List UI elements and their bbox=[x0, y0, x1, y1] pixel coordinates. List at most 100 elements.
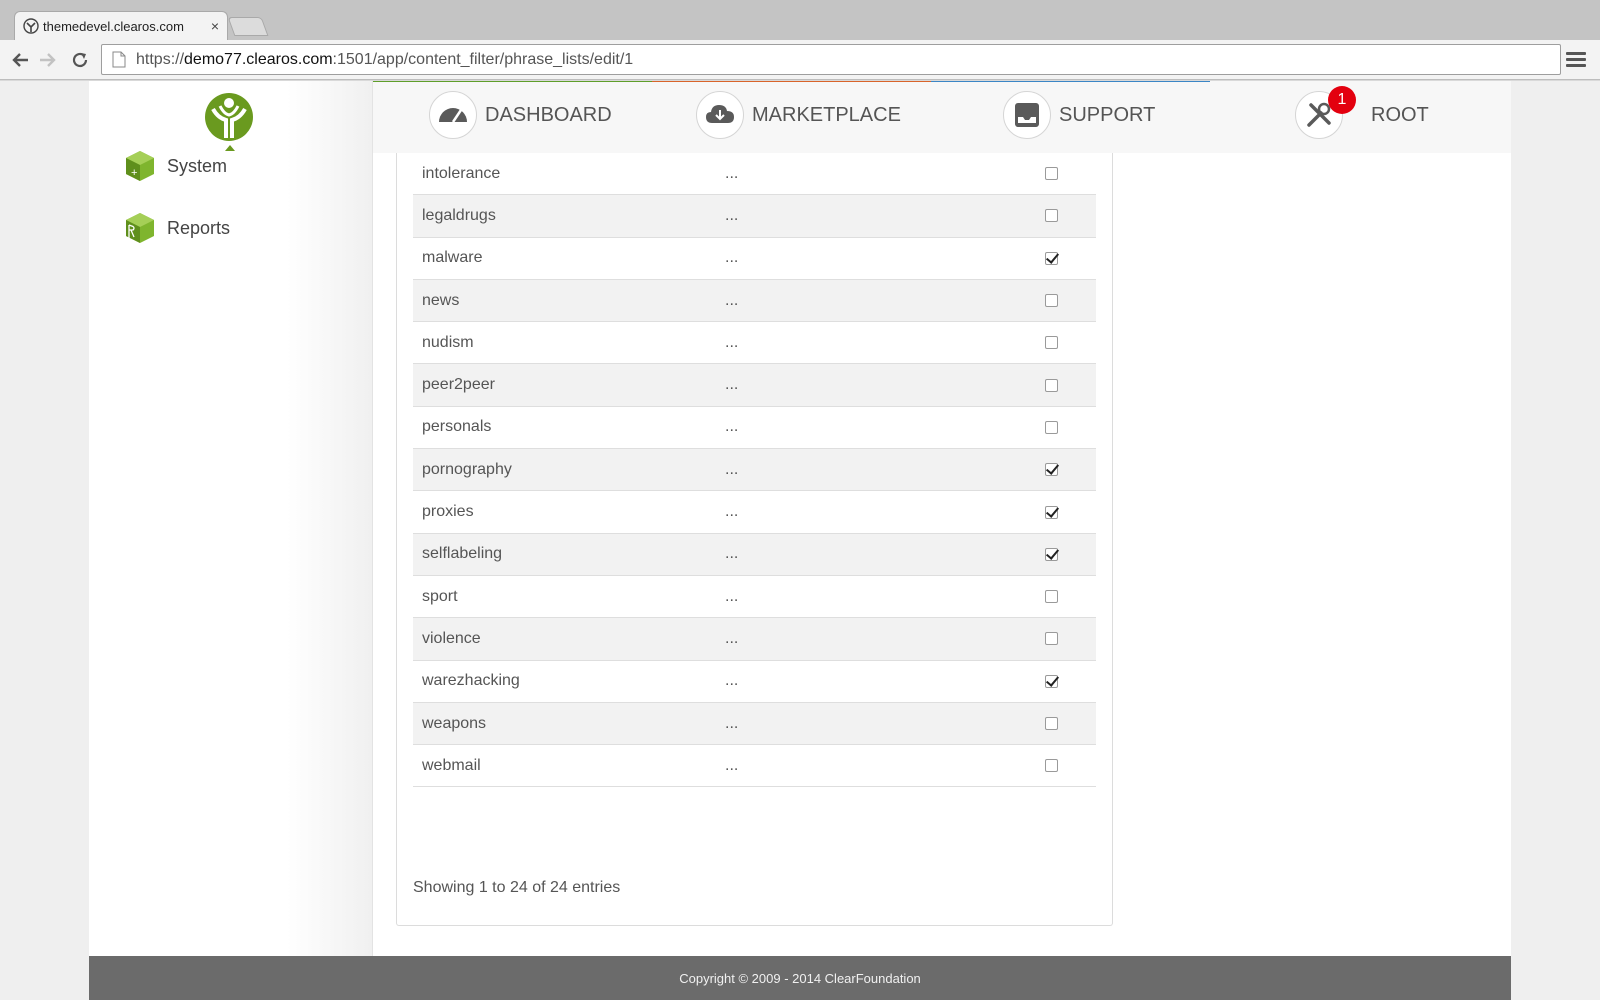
phrase-name-cell: webmail bbox=[422, 756, 481, 774]
phrase-enable-cell bbox=[1045, 547, 1096, 561]
table-row: intolerance... bbox=[413, 153, 1096, 196]
table-row: nudism... bbox=[413, 322, 1096, 365]
nav-marketplace[interactable]: MARKETPLACE bbox=[696, 91, 901, 139]
phrase-enable-cell bbox=[1045, 167, 1096, 181]
tab-close-icon[interactable]: × bbox=[211, 18, 219, 34]
phrase-enable-cell bbox=[1045, 717, 1096, 730]
clearos-app: + System Reports DASHBOARD MARKETPLACE S… bbox=[89, 81, 1511, 1000]
phrase-enable-checkbox[interactable] bbox=[1045, 378, 1058, 392]
phrase-enable-cell bbox=[1045, 336, 1096, 350]
sidebar-item-label: Reports bbox=[167, 217, 231, 238]
clearos-logo-icon[interactable] bbox=[204, 92, 254, 144]
phrase-name-cell: sport bbox=[422, 587, 458, 605]
phrase-name-cell: peer2peer bbox=[422, 376, 495, 394]
phrase-enable-checkbox[interactable] bbox=[1045, 251, 1058, 265]
sidebar-item-system[interactable]: + System bbox=[123, 149, 227, 183]
phrase-description-cell: ... bbox=[725, 164, 739, 182]
phrase-enable-checkbox[interactable] bbox=[1045, 463, 1058, 477]
table-row: legaldrugs... bbox=[413, 195, 1096, 238]
url-host: demo77.clearos.com bbox=[184, 50, 333, 68]
accent-bar-blue bbox=[931, 81, 1210, 82]
phrase-enable-cell bbox=[1045, 378, 1096, 392]
nav-label: SUPPORT bbox=[1059, 103, 1156, 126]
phrase-name-cell: news bbox=[422, 291, 460, 309]
reports-cube-icon bbox=[126, 213, 154, 243]
phrase-name-cell: malware bbox=[422, 249, 483, 267]
phrase-enable-checkbox[interactable] bbox=[1045, 505, 1058, 519]
sidebar-item-reports[interactable]: Reports bbox=[123, 211, 230, 245]
accent-bar-green bbox=[373, 81, 652, 82]
table-row: violence... bbox=[413, 618, 1096, 661]
phrase-description-cell: ... bbox=[725, 587, 739, 605]
table-row: personals... bbox=[413, 407, 1096, 450]
phrase-name-cell: warezhacking bbox=[422, 672, 520, 690]
phrase-description-cell: ... bbox=[725, 333, 739, 351]
phrase-enable-cell bbox=[1045, 251, 1096, 265]
page-icon bbox=[112, 51, 126, 68]
phrase-description-cell: ... bbox=[725, 714, 739, 732]
table-row: warezhacking... bbox=[413, 661, 1096, 703]
phrase-enable-cell bbox=[1045, 759, 1096, 773]
svg-text:+: + bbox=[131, 167, 137, 179]
phrase-enable-checkbox[interactable] bbox=[1045, 590, 1058, 604]
nav-label: MARKETPLACE bbox=[752, 103, 901, 126]
nav-root[interactable]: 1 ROOT bbox=[1295, 86, 1429, 139]
page-footer: Copyright © 2009 - 2014 ClearFoundation bbox=[89, 956, 1511, 1000]
new-tab-button[interactable] bbox=[227, 17, 269, 36]
phrase-enable-checkbox[interactable] bbox=[1045, 209, 1058, 223]
back-arrow-icon[interactable] bbox=[8, 48, 32, 72]
phrase-enable-checkbox[interactable] bbox=[1045, 420, 1058, 434]
phrase-enable-cell bbox=[1045, 505, 1096, 519]
phrase-enable-cell bbox=[1045, 294, 1096, 308]
browser-toolbar: https://demo77.clearos.com:1501/app/cont… bbox=[0, 40, 1600, 80]
phrase-name-cell: legaldrugs bbox=[422, 206, 496, 224]
phrase-description-cell: ... bbox=[725, 629, 739, 647]
phrase-description-cell: ... bbox=[725, 249, 739, 267]
phrase-name-cell: pornography bbox=[422, 460, 512, 478]
browser-tab[interactable]: themedevel.clearos.com × bbox=[14, 11, 228, 40]
table-row: sport... bbox=[413, 576, 1096, 619]
accent-bar-orange bbox=[652, 81, 931, 82]
address-bar[interactable]: https://demo77.clearos.com:1501/app/cont… bbox=[101, 44, 1561, 75]
phrase-enable-checkbox[interactable] bbox=[1045, 717, 1058, 730]
table-row: pornography... bbox=[413, 449, 1096, 492]
phrase-enable-checkbox[interactable] bbox=[1045, 632, 1058, 646]
phrase-enable-checkbox[interactable] bbox=[1045, 759, 1058, 773]
tools-icon: 1 bbox=[1295, 86, 1356, 139]
phrase-enable-checkbox[interactable] bbox=[1045, 294, 1058, 308]
reload-icon[interactable] bbox=[68, 48, 92, 72]
phrase-name-cell: violence bbox=[422, 629, 481, 647]
browser-menu-icon[interactable] bbox=[1566, 52, 1586, 68]
page-viewport: + System Reports DASHBOARD MARKETPLACE S… bbox=[0, 81, 1600, 1000]
sidebar: + System Reports bbox=[89, 81, 373, 956]
table-row: peer2peer... bbox=[413, 364, 1096, 407]
phrase-enable-cell bbox=[1045, 209, 1096, 223]
phrase-description-cell: ... bbox=[725, 460, 739, 478]
cloud-download-icon bbox=[696, 91, 744, 139]
phrase-name-cell: proxies bbox=[422, 503, 474, 521]
notification-badge[interactable]: 1 bbox=[1328, 86, 1356, 114]
url-path: :1501/app/content_filter/phrase_lists/ed… bbox=[332, 50, 634, 68]
phrase-description-cell: ... bbox=[725, 206, 739, 224]
phrase-enable-checkbox[interactable] bbox=[1045, 167, 1058, 181]
phrase-enable-checkbox[interactable] bbox=[1045, 547, 1058, 561]
nav-dashboard[interactable]: DASHBOARD bbox=[429, 91, 612, 139]
inbox-icon bbox=[1003, 91, 1051, 139]
nav-support[interactable]: SUPPORT bbox=[1003, 91, 1155, 139]
phrase-description-cell: ... bbox=[725, 545, 739, 563]
phrase-name-cell: selflabeling bbox=[422, 545, 503, 563]
phrase-enable-checkbox[interactable] bbox=[1045, 336, 1058, 350]
gauge-icon bbox=[429, 91, 477, 139]
top-navigation: DASHBOARD MARKETPLACE SUPPORT 1 ROOT bbox=[373, 81, 1511, 153]
phrase-name-cell: nudism bbox=[422, 333, 474, 351]
nav-label: DASHBOARD bbox=[485, 103, 612, 126]
phrase-name-cell: weapons bbox=[422, 714, 487, 732]
phrase-enable-checkbox[interactable] bbox=[1045, 674, 1058, 688]
phrase-description-cell: ... bbox=[725, 503, 739, 521]
forward-arrow-icon[interactable] bbox=[36, 48, 60, 72]
table-row: news... bbox=[413, 279, 1096, 323]
clearos-favicon-icon bbox=[23, 18, 39, 34]
phrase-enable-cell bbox=[1045, 590, 1096, 604]
phrase-list-table: intolerance... legaldrugs... malware... new… bbox=[413, 153, 1096, 788]
table-row: malware... bbox=[413, 238, 1096, 280]
